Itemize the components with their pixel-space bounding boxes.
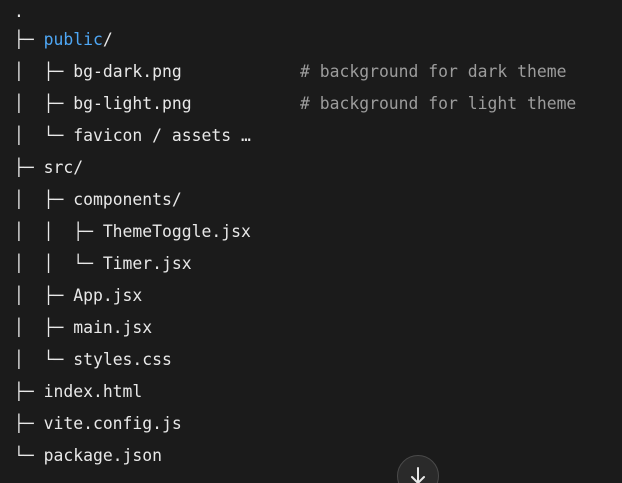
tree-root-line: . [14,0,622,24]
tree-item-name: public [43,30,103,49]
tree-branch: │ │ └─ [14,254,103,273]
tree-item-name: styles.css [73,350,172,369]
tree-item-name: vite.config.js [43,414,182,433]
tree-branch: │ └─ [14,350,74,369]
tree-branch: │ │ ├─ [14,222,103,241]
tree-item-name: components/ [73,190,182,209]
tree-branch: │ ├─ [14,190,74,209]
tree-branch: │ ├─ [14,62,74,81]
tree-comment: # background for dark theme [300,62,567,81]
tree-root: . [14,2,24,21]
tree-line-app: │ ├─ App.jsx [14,280,622,312]
tree-branch: └─ [14,446,44,465]
tree-item-name: bg-light.png [73,94,192,113]
file-tree-code-block: . ├─ public/ │ ├─ bg-dark.png # backgroun… [14,0,622,472]
tree-item-name: ThemeToggle.jsx [102,222,251,241]
tree-item-name: App.jsx [73,286,143,305]
tree-item-name: main.jsx [73,318,153,337]
tree-line-package: └─ package.json [14,440,622,472]
tree-item-slash: / [102,30,113,49]
tree-branch: │ └─ [14,126,74,145]
tree-line-favicon: │ └─ favicon / assets … [14,120,622,152]
tree-line-bg-light: │ ├─ bg-light.png # background for light … [14,88,622,120]
tree-branch: ├─ [14,158,44,177]
tree-line-index: ├─ index.html [14,376,622,408]
tree-line-public: ├─ public/ [14,24,622,56]
tree-branch: ├─ [14,30,44,49]
tree-item-name: favicon / assets … [73,126,251,145]
tree-branch: ├─ [14,382,44,401]
tree-branch: │ ├─ [14,286,74,305]
tree-item-name: src/ [43,158,84,177]
tree-line-bg-dark: │ ├─ bg-dark.png # background for dark th… [14,56,622,88]
tree-line-src: ├─ src/ [14,152,622,184]
tree-line-timer: │ │ └─ Timer.jsx [14,248,622,280]
tree-line-components: │ ├─ components/ [14,184,622,216]
tree-line-styles: │ └─ styles.css [14,344,622,376]
tree-line-themetoggle: │ │ ├─ ThemeToggle.jsx [14,216,622,248]
tree-branch: │ ├─ [14,94,74,113]
tree-item-name: Timer.jsx [102,254,192,273]
tree-line-vite-config: ├─ vite.config.js [14,408,622,440]
tree-line-main: │ ├─ main.jsx [14,312,622,344]
tree-item-name: bg-dark.png [73,62,182,81]
tree-comment: # background for light theme [300,94,577,113]
arrow-down-icon [411,467,425,483]
tree-item-name: index.html [43,382,143,401]
chat-code-view: . ├─ public/ │ ├─ bg-dark.png # backgroun… [0,0,622,483]
tree-branch: │ ├─ [14,318,74,337]
tree-branch: ├─ [14,414,44,433]
tree-item-name: package.json [43,446,163,465]
